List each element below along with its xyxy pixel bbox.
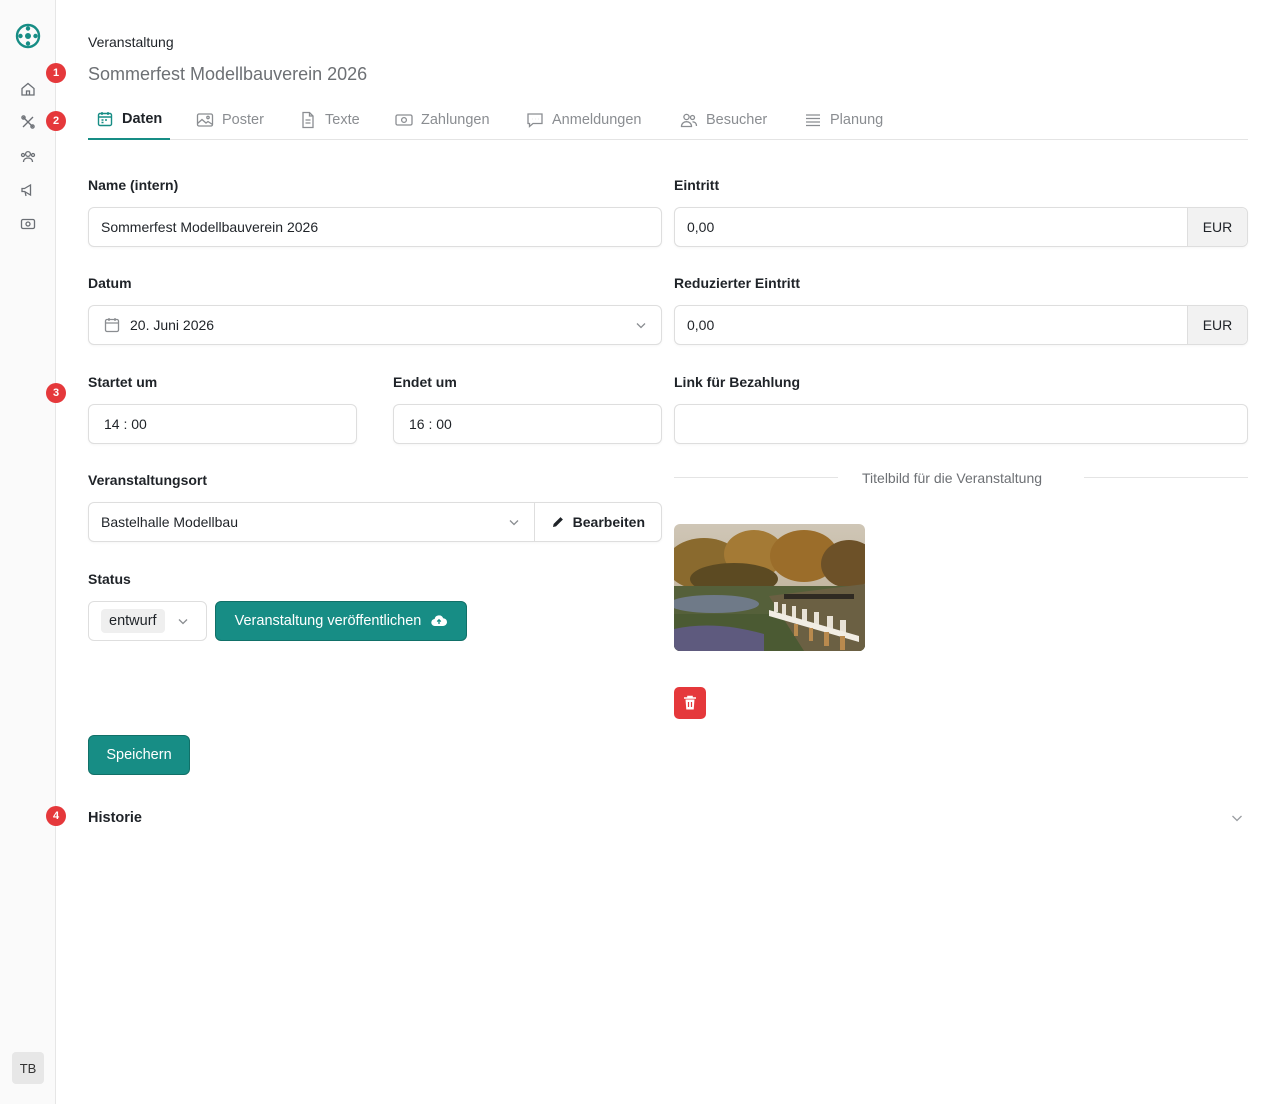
title-image[interactable]	[674, 524, 865, 651]
page-eyebrow: Veranstaltung	[88, 34, 174, 50]
venue-value: Bastelhalle Modellbau	[101, 514, 238, 530]
chevron-down-icon[interactable]	[1230, 811, 1244, 828]
document-icon	[302, 111, 314, 129]
start-time-value: 14 : 00	[104, 416, 147, 432]
tab-anmeldungen[interactable]: Anmeldungen	[518, 100, 650, 140]
end-time-value: 16 : 00	[409, 416, 452, 432]
calendar-icon	[89, 316, 121, 334]
tab-label: Texte	[325, 112, 360, 128]
trash-icon	[684, 695, 696, 710]
save-label: Speichern	[106, 747, 172, 763]
tab-label: Zahlungen	[421, 112, 490, 128]
image-icon	[196, 113, 214, 127]
tab-planung[interactable]: Planung	[796, 100, 891, 140]
end-time-input[interactable]: 16 : 00	[393, 404, 662, 444]
step-marker-4: 4	[46, 806, 66, 826]
home-icon[interactable]	[19, 80, 37, 98]
payment-link-input[interactable]	[674, 404, 1248, 444]
tab-daten[interactable]: Daten	[88, 100, 171, 140]
end-label: Endet um	[393, 374, 457, 390]
start-label: Startet um	[88, 374, 158, 390]
venue-edit-button[interactable]: Bearbeiten	[533, 503, 661, 541]
delete-image-button[interactable]	[674, 687, 706, 719]
currency-suffix: EUR	[1187, 208, 1247, 246]
payment-link-label: Link für Bezahlung	[674, 374, 800, 390]
name-value: Sommerfest Modellbauverein 2026	[101, 219, 319, 235]
save-button[interactable]: Speichern	[88, 735, 190, 775]
entry-label: Eintritt	[674, 177, 720, 193]
status-select[interactable]: entwurf	[88, 601, 207, 641]
entry-value: 0,00	[687, 219, 715, 235]
venue-select[interactable]: Bastelhalle Modellbau Bearbeiten	[88, 502, 662, 542]
image-section-title: Titelbild für die Veranstaltung	[862, 470, 1043, 486]
chat-icon	[527, 113, 543, 128]
history-toggle[interactable]: Historie	[88, 810, 142, 826]
step-marker-2: 2	[46, 111, 66, 131]
calendar-icon	[97, 112, 113, 127]
edit-label: Bearbeiten	[572, 514, 645, 530]
chevron-down-icon	[627, 319, 655, 331]
publish-label: Veranstaltung veröffentlichen	[234, 613, 422, 629]
entry-price-input[interactable]: 0,00 EUR	[674, 207, 1248, 247]
name-input[interactable]: Sommerfest Modellbauverein 2026	[88, 207, 662, 247]
venue-label: Veranstaltungsort	[88, 472, 208, 488]
divider	[1084, 477, 1248, 478]
cash-icon	[395, 114, 413, 126]
name-label: Name (intern)	[88, 177, 179, 193]
tab-poster[interactable]: Poster	[188, 100, 272, 140]
chevron-down-icon	[169, 615, 197, 627]
reduced-price-input[interactable]: 0,00 EUR	[674, 305, 1248, 345]
reduced-label: Reduzierter Eintritt	[674, 275, 801, 291]
publish-button[interactable]: Veranstaltung veröffentlichen	[215, 601, 467, 641]
datum-picker[interactable]: 20. Juni 2026	[88, 305, 662, 345]
divider	[674, 477, 838, 478]
tab-zahlungen[interactable]: Zahlungen	[387, 100, 498, 140]
ticket-icon[interactable]	[19, 215, 37, 233]
app-logo[interactable]	[15, 23, 41, 49]
megaphone-icon[interactable]	[19, 181, 37, 199]
page-title: Sommerfest Modellbauverein 2026	[88, 64, 368, 84]
reduced-value: 0,00	[687, 317, 715, 333]
status-label: Status	[88, 571, 131, 587]
currency-suffix: EUR	[1187, 306, 1247, 344]
status-value: entwurf	[101, 609, 165, 633]
datum-value: 20. Juni 2026	[130, 317, 215, 333]
datum-label: Datum	[88, 275, 132, 291]
tab-bar: Daten Poster Texte Zahlungen Anmeldungen…	[88, 100, 1248, 140]
avatar[interactable]: TB	[12, 1052, 44, 1084]
list-icon	[806, 114, 820, 127]
tab-label: Besucher	[706, 112, 768, 128]
tab-texte[interactable]: Texte	[291, 100, 368, 140]
start-time-input[interactable]: 14 : 00	[88, 404, 357, 444]
tab-label: Anmeldungen	[552, 112, 642, 128]
step-marker-1: 1	[46, 63, 66, 83]
chevron-down-icon	[500, 516, 528, 528]
group-icon[interactable]	[19, 147, 37, 165]
users-icon	[680, 113, 698, 128]
pencil-icon	[552, 517, 563, 527]
tab-label: Daten	[122, 111, 163, 127]
tools-icon[interactable]	[19, 113, 37, 131]
sidebar: TB	[0, 0, 56, 1104]
cloud-upload-icon	[431, 615, 448, 627]
tab-label: Poster	[222, 112, 264, 128]
tab-besucher[interactable]: Besucher	[672, 100, 775, 140]
tab-label: Planung	[830, 112, 884, 128]
step-marker-3: 3	[46, 383, 66, 403]
